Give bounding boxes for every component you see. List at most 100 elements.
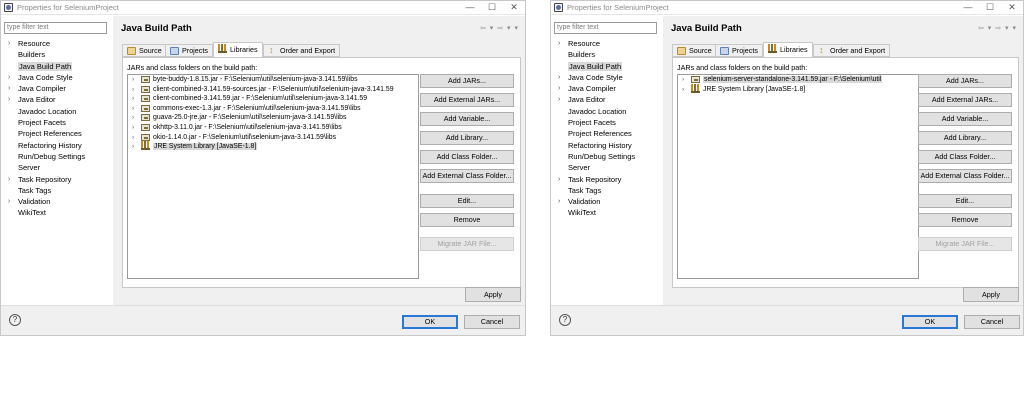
minimize-button[interactable]: — [961, 2, 975, 13]
chevron-right-icon[interactable]: › [682, 75, 684, 85]
list-item[interactable]: › okio-1.14.0.jar - F:\Selenium\util\sele… [128, 133, 418, 143]
add-class-folder-button[interactable]: Add Class Folder... [918, 150, 1012, 164]
add-variable-button[interactable]: Add Variable... [420, 112, 514, 126]
ok-button[interactable]: OK [902, 315, 958, 329]
close-button[interactable]: ✕ [1005, 2, 1019, 13]
chevron-right-icon[interactable]: › [558, 72, 560, 83]
chevron-right-icon[interactable]: › [132, 75, 134, 85]
tree-item-project-facets[interactable]: Project Facets [1, 117, 113, 128]
chevron-right-icon[interactable]: › [132, 133, 134, 143]
chevron-right-icon[interactable]: › [558, 94, 560, 105]
chevron-right-icon[interactable]: › [558, 83, 560, 94]
tree-item-resource[interactable]: › Resource [551, 38, 663, 49]
navigation-arrows[interactable]: ⇦ ▾ ⇨ ▾ ▾ [480, 24, 519, 32]
edit-button[interactable]: Edit... [918, 194, 1012, 208]
tree-item-validation[interactable]: › Validation [1, 196, 113, 207]
list-item[interactable]: › JRE System Library [JavaSE-1.8] [678, 83, 918, 95]
chevron-right-icon[interactable]: › [8, 38, 10, 49]
edit-button[interactable]: Edit... [420, 194, 514, 208]
build-path-entries-list[interactable]: › selenium-server-standalone-3.141.59.jar… [677, 74, 919, 279]
tree-item-refactoring-history[interactable]: Refactoring History [1, 140, 113, 151]
tree-item-task-repository[interactable]: › Task Repository [1, 174, 113, 185]
filter-input[interactable]: type filter text [4, 22, 107, 34]
list-item[interactable]: › JRE System Library [JavaSE-1.8] [128, 141, 418, 152]
chevron-right-icon[interactable]: › [558, 196, 560, 207]
tree-item-project-references[interactable]: Project References [551, 128, 663, 139]
tree-item-server[interactable]: Server [551, 162, 663, 173]
tree-item-run-debug-settings[interactable]: Run/Debug Settings [1, 151, 113, 162]
ok-button[interactable]: OK [402, 315, 458, 329]
chevron-right-icon[interactable]: › [132, 123, 134, 133]
tree-item-project-facets[interactable]: Project Facets [551, 117, 663, 128]
tree-item-wikitext[interactable]: WikiText [551, 207, 663, 218]
tree-item-java-compiler[interactable]: › Java Compiler [551, 83, 663, 94]
tree-item-task-repository[interactable]: › Task Repository [551, 174, 663, 185]
list-item[interactable]: › guava-25.0-jre.jar - F:\Selenium\util\s… [128, 113, 418, 123]
tree-item-java-editor[interactable]: › Java Editor [551, 94, 663, 105]
chevron-right-icon[interactable]: › [558, 38, 560, 49]
tab-projects[interactable]: Projects [165, 44, 213, 57]
apply-button[interactable]: Apply [963, 287, 1019, 302]
chevron-right-icon[interactable]: › [8, 83, 10, 94]
tree-item-java-code-style[interactable]: › Java Code Style [551, 72, 663, 83]
tree-item-run-debug-settings[interactable]: Run/Debug Settings [551, 151, 663, 162]
cancel-button[interactable]: Cancel [964, 315, 1020, 329]
chevron-right-icon[interactable]: › [132, 104, 134, 114]
tree-item-refactoring-history[interactable]: Refactoring History [551, 140, 663, 151]
chevron-right-icon[interactable]: › [8, 94, 10, 105]
tree-item-project-references[interactable]: Project References [1, 128, 113, 139]
add-external-class-folder-button[interactable]: Add External Class Folder... [420, 169, 514, 183]
chevron-right-icon[interactable]: › [8, 174, 10, 185]
chevron-right-icon[interactable]: › [132, 142, 134, 152]
tab-source[interactable]: Source [672, 44, 717, 57]
maximize-button[interactable]: ☐ [485, 2, 499, 13]
tree-item-server[interactable]: Server [1, 162, 113, 173]
maximize-button[interactable]: ☐ [983, 2, 997, 13]
add-external-jars-button[interactable]: Add External JARs... [420, 93, 514, 107]
chevron-right-icon[interactable]: › [558, 174, 560, 185]
close-button[interactable]: ✕ [507, 2, 521, 13]
tree-item-wikitext[interactable]: WikiText [1, 207, 113, 218]
help-icon[interactable]: ? [9, 314, 21, 326]
tree-item-builders[interactable]: Builders [551, 49, 663, 60]
tab-libraries[interactable]: Libraries [213, 42, 263, 58]
tree-item-resource[interactable]: › Resource [1, 38, 113, 49]
tab-source[interactable]: Source [122, 44, 167, 57]
minimize-button[interactable]: — [463, 2, 477, 13]
chevron-right-icon[interactable]: › [132, 85, 134, 95]
list-item[interactable]: › selenium-server-standalone-3.141.59.jar… [678, 75, 918, 85]
list-item[interactable]: › okhttp-3.11.0.jar - F:\Selenium\util\se… [128, 123, 418, 133]
tree-item-builders[interactable]: Builders [1, 49, 113, 60]
add-jars-button[interactable]: Add JARs... [420, 74, 514, 88]
tree-item-java-code-style[interactable]: › Java Code Style [1, 72, 113, 83]
tab-order-and-export[interactable]: Order and Export [263, 44, 341, 57]
remove-button[interactable]: Remove [918, 213, 1012, 227]
chevron-right-icon[interactable]: › [682, 85, 684, 95]
list-item[interactable]: › client-combined-3.141.59.jar - F:\Selen… [128, 94, 418, 104]
build-path-entries-list[interactable]: › byte-buddy-1.8.15.jar - F:\Selenium\uti… [127, 74, 419, 279]
navigation-arrows[interactable]: ⇦ ▾ ⇨ ▾ ▾ [978, 24, 1017, 32]
list-item[interactable]: › client-combined-3.141.59-sources.jar - … [128, 85, 418, 95]
help-icon[interactable]: ? [559, 314, 571, 326]
chevron-right-icon[interactable]: › [8, 196, 10, 207]
filter-input[interactable]: type filter text [554, 22, 657, 34]
tab-projects[interactable]: Projects [715, 44, 763, 57]
add-library-button[interactable]: Add Library... [918, 131, 1012, 145]
tree-item-javadoc-location[interactable]: Javadoc Location [551, 106, 663, 117]
tree-item-task-tags[interactable]: Task Tags [1, 185, 113, 196]
tree-item-javadoc-location[interactable]: Javadoc Location [1, 106, 113, 117]
tab-order-and-export[interactable]: Order and Export [813, 44, 891, 57]
apply-button[interactable]: Apply [465, 287, 521, 302]
add-class-folder-button[interactable]: Add Class Folder... [420, 150, 514, 164]
chevron-right-icon[interactable]: › [132, 94, 134, 104]
add-variable-button[interactable]: Add Variable... [918, 112, 1012, 126]
add-jars-button[interactable]: Add JARs... [918, 74, 1012, 88]
tree-item-task-tags[interactable]: Task Tags [551, 185, 663, 196]
tab-libraries[interactable]: Libraries [763, 42, 813, 58]
chevron-right-icon[interactable]: › [132, 113, 134, 123]
add-external-jars-button[interactable]: Add External JARs... [918, 93, 1012, 107]
tree-item-validation[interactable]: › Validation [551, 196, 663, 207]
add-library-button[interactable]: Add Library... [420, 131, 514, 145]
list-item[interactable]: › commons-exec-1.3.jar - F:\Selenium\util… [128, 104, 418, 114]
list-item[interactable]: › byte-buddy-1.8.15.jar - F:\Selenium\uti… [128, 75, 418, 85]
